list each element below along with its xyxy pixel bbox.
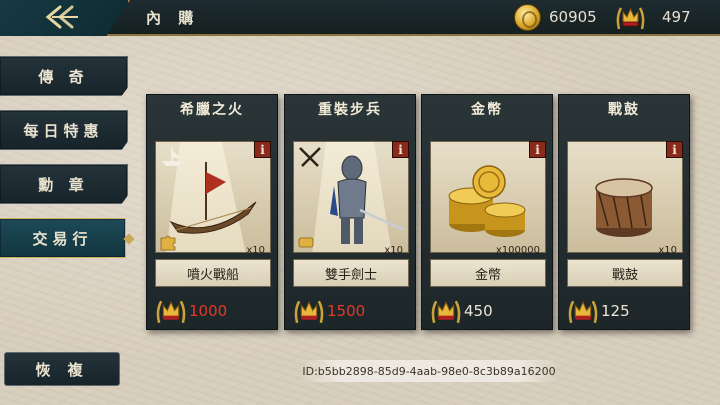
price-label: 125	[601, 302, 630, 320]
user-id-label: ID:b5bb2898-85d9-4aab-98e0-8c3b89a16200	[300, 360, 558, 382]
shop-card-heavy-infantry[interactable]: 重裝步兵 i x10 雙手劍士 1500	[284, 94, 416, 330]
price-label: 450	[464, 302, 493, 320]
crossed-swords-icon	[299, 147, 321, 167]
back-arrow-icon	[45, 5, 78, 29]
top-bar: 內 購 60905 497	[0, 0, 720, 36]
item-name: 噴火戰船	[155, 259, 271, 287]
buy-button[interactable]: 1000	[147, 295, 277, 327]
crown-laurel-icon	[156, 300, 186, 324]
crown-count: 497	[662, 8, 691, 26]
quantity-label: x100000	[495, 245, 540, 256]
item-name: 金幣	[430, 259, 546, 287]
info-icon[interactable]: i	[254, 141, 271, 158]
buy-button[interactable]: 1500	[285, 295, 415, 327]
crown-laurel-icon	[568, 300, 598, 324]
page-title: 內 購	[146, 9, 200, 27]
crown-laurel-icon	[431, 300, 461, 324]
gold-coin-icon	[514, 4, 541, 31]
item-name: 雙手劍士	[293, 259, 409, 287]
item-name: 戰鼓	[567, 259, 683, 287]
info-icon[interactable]: i	[666, 141, 683, 158]
restore-button[interactable]: 恢 複	[4, 352, 120, 386]
puzzle-piece-icon	[160, 235, 176, 251]
card-title: 戰鼓	[608, 102, 640, 118]
shop-card-gold-coins[interactable]: 金幣 i x100000 金幣 450	[421, 94, 553, 330]
war-drum-icon	[595, 178, 653, 237]
info-icon[interactable]: i	[392, 141, 409, 158]
shop-card-war-drum[interactable]: 戰鼓 i x10 戰鼓 125	[558, 94, 690, 330]
quantity-label: x10	[658, 245, 677, 256]
sidebar-item-daily-deals[interactable]: 每日特惠	[0, 110, 128, 150]
scroll-icon	[298, 237, 314, 248]
card-title: 金幣	[471, 102, 503, 118]
shop-card-greek-fire[interactable]: 希臘之火 i x10 噴火戰船 1000	[146, 94, 278, 330]
crown-laurel-icon	[616, 7, 645, 30]
sidebar-item-legend[interactable]: 傳 奇	[0, 56, 128, 96]
crown-laurel-icon	[294, 300, 324, 324]
buy-button[interactable]: 125	[559, 295, 689, 327]
price-label: 1500	[327, 302, 366, 320]
back-button[interactable]	[0, 0, 130, 36]
price-label: 1000	[189, 302, 228, 320]
info-icon[interactable]: i	[529, 141, 546, 158]
card-title: 希臘之火	[180, 102, 244, 118]
sidebar-item-medals[interactable]: 勳 章	[0, 164, 128, 204]
card-title: 重裝步兵	[318, 102, 382, 118]
gold-coins-icon	[448, 165, 526, 237]
quantity-label: x10	[384, 245, 403, 256]
buy-button[interactable]: 450	[422, 295, 552, 327]
sidebar-item-trading-house[interactable]: 交易行	[0, 218, 126, 258]
boat-small-icon	[162, 148, 182, 166]
gold-count: 60905	[549, 8, 597, 26]
quantity-label: x10	[246, 245, 265, 256]
